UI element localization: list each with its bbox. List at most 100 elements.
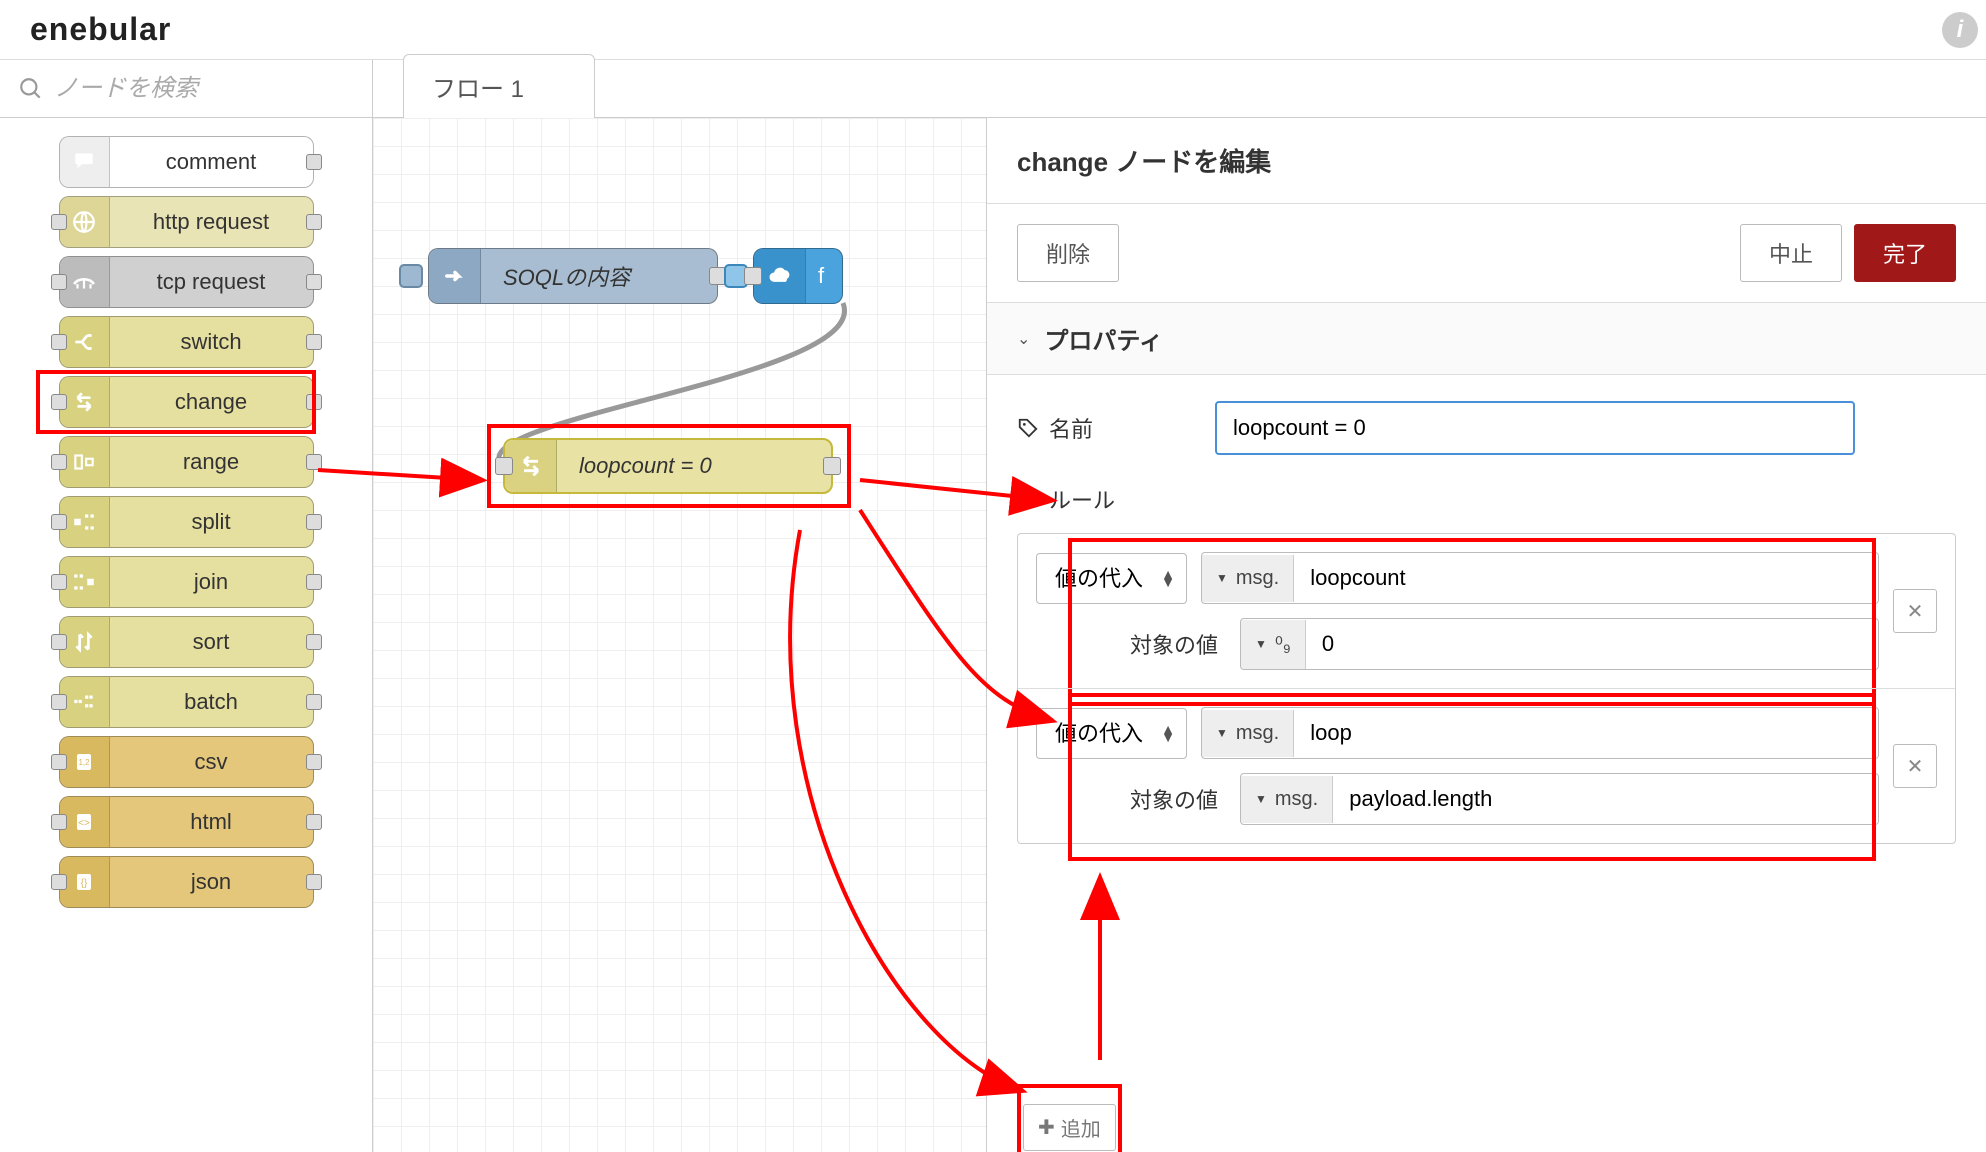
palette-node-join[interactable]: join — [59, 556, 314, 608]
node-port[interactable] — [51, 634, 67, 650]
flow-node-loopcount[interactable]: loopcount = 0 — [503, 438, 833, 494]
search-input[interactable] — [54, 75, 354, 103]
node-port[interactable] — [306, 274, 322, 290]
delete-button[interactable]: 削除 — [1017, 224, 1119, 282]
properties-section-toggle[interactable]: ⌄ プロパティ — [987, 303, 1986, 375]
search-icon — [18, 76, 44, 102]
palette-node-comment[interactable]: comment — [59, 136, 314, 188]
name-input[interactable] — [1215, 401, 1855, 455]
globe-icon — [60, 197, 110, 247]
node-port[interactable] — [51, 754, 67, 770]
node-port[interactable] — [306, 214, 322, 230]
node-port[interactable] — [744, 267, 762, 285]
palette-node-range[interactable]: range — [59, 436, 314, 488]
list-icon — [1017, 488, 1039, 510]
html-icon: <> — [60, 797, 110, 847]
rule-action-select[interactable]: 値の代入 — [1036, 553, 1187, 604]
node-port[interactable] — [306, 694, 322, 710]
flow-canvas[interactable]: SOQLの内容 f loopcount = 0 — [373, 118, 986, 1152]
node-status — [399, 264, 423, 288]
node-port[interactable] — [51, 574, 67, 590]
palette-node-batch[interactable]: batch — [59, 676, 314, 728]
rule-row: 値の代入 ▲▼ ▼msg. 対象の値 — [1018, 688, 1955, 843]
comment-icon — [60, 137, 110, 187]
type-selector[interactable]: ▼msg. — [1202, 555, 1294, 602]
node-port[interactable] — [306, 394, 322, 410]
node-port[interactable] — [306, 814, 322, 830]
palette-search[interactable] — [0, 60, 373, 117]
node-port[interactable] — [306, 754, 322, 770]
palette-node-switch[interactable]: switch — [59, 316, 314, 368]
node-port[interactable] — [306, 334, 322, 350]
logo: enebular — [30, 11, 171, 48]
type-selector[interactable]: ▼msg. — [1241, 776, 1333, 823]
json-icon: {} — [60, 857, 110, 907]
svg-text:<>: <> — [78, 818, 90, 829]
csv-icon: 1,2 — [60, 737, 110, 787]
palette-node-change[interactable]: change — [59, 376, 314, 428]
type-selector[interactable]: ▼⁰₉ — [1241, 620, 1306, 669]
range-icon — [60, 437, 110, 487]
svg-text:{}: {} — [81, 878, 88, 889]
svg-text:1,2: 1,2 — [78, 758, 90, 767]
join-icon — [60, 557, 110, 607]
rule-action-select[interactable]: 値の代入 — [1036, 708, 1187, 759]
node-port[interactable] — [823, 457, 841, 475]
node-port[interactable] — [51, 274, 67, 290]
node-port[interactable] — [51, 694, 67, 710]
node-port[interactable] — [51, 394, 67, 410]
arrow-icon — [429, 249, 481, 303]
palette-node-html[interactable]: <> html — [59, 796, 314, 848]
flow-node-salesforce[interactable]: f — [753, 248, 843, 304]
delete-rule-button[interactable]: ✕ — [1893, 744, 1937, 788]
palette-node-json[interactable]: {} json — [59, 856, 314, 908]
node-port[interactable] — [51, 814, 67, 830]
change-icon — [60, 377, 110, 427]
rule-to-label: 対象の値 — [1036, 783, 1226, 815]
palette-node-split[interactable]: split — [59, 496, 314, 548]
rule-to-label: 対象の値 — [1036, 628, 1226, 660]
editor-title: change ノードを編集 — [987, 118, 1986, 204]
rule-value-input[interactable] — [1306, 619, 1878, 669]
plus-icon: ✚ — [1038, 1115, 1055, 1140]
split-icon — [60, 497, 110, 547]
sort-icon — [60, 617, 110, 667]
rule-property-input[interactable] — [1294, 553, 1878, 603]
node-palette: comment http request tcp request switch … — [0, 118, 373, 1152]
node-port[interactable] — [495, 457, 513, 475]
info-icon[interactable]: i — [1942, 12, 1978, 48]
tag-icon — [1017, 417, 1039, 439]
node-port[interactable] — [306, 874, 322, 890]
add-rule-button[interactable]: ✚ 追加 — [1023, 1104, 1116, 1151]
node-port[interactable] — [51, 214, 67, 230]
batch-icon — [60, 677, 110, 727]
rule-value-input[interactable] — [1333, 774, 1878, 824]
node-port[interactable] — [51, 454, 67, 470]
palette-node-csv[interactable]: 1,2 csv — [59, 736, 314, 788]
node-port[interactable] — [306, 154, 322, 170]
rules-label: ルール — [1017, 483, 1956, 515]
node-port[interactable] — [51, 514, 67, 530]
switch-icon — [60, 317, 110, 367]
node-editor-panel: change ノードを編集 削除 中止 完了 ⌄ プロパティ 名前 ルール — [986, 118, 1986, 1152]
type-selector[interactable]: ▼msg. — [1202, 710, 1294, 757]
node-port[interactable] — [306, 454, 322, 470]
cancel-button[interactable]: 中止 — [1740, 224, 1842, 282]
annotation-highlight: ✚ 追加 — [1017, 1084, 1122, 1152]
name-label: 名前 — [1017, 412, 1197, 444]
palette-node-tcp-request[interactable]: tcp request — [59, 256, 314, 308]
node-port[interactable] — [306, 634, 322, 650]
node-port[interactable] — [51, 334, 67, 350]
node-port[interactable] — [306, 574, 322, 590]
tab-flow1[interactable]: フロー 1 — [403, 54, 595, 118]
done-button[interactable]: 完了 — [1854, 224, 1956, 282]
rule-property-input[interactable] — [1294, 708, 1878, 758]
rule-row: 値の代入 ▲▼ ▼msg. 対象の値 — [1018, 534, 1955, 688]
node-port[interactable] — [51, 874, 67, 890]
delete-rule-button[interactable]: ✕ — [1893, 589, 1937, 633]
chevron-down-icon: ⌄ — [1017, 329, 1030, 349]
node-port[interactable] — [306, 514, 322, 530]
palette-node-http-request[interactable]: http request — [59, 196, 314, 248]
palette-node-sort[interactable]: sort — [59, 616, 314, 668]
flow-node-soql[interactable]: SOQLの内容 — [428, 248, 718, 304]
